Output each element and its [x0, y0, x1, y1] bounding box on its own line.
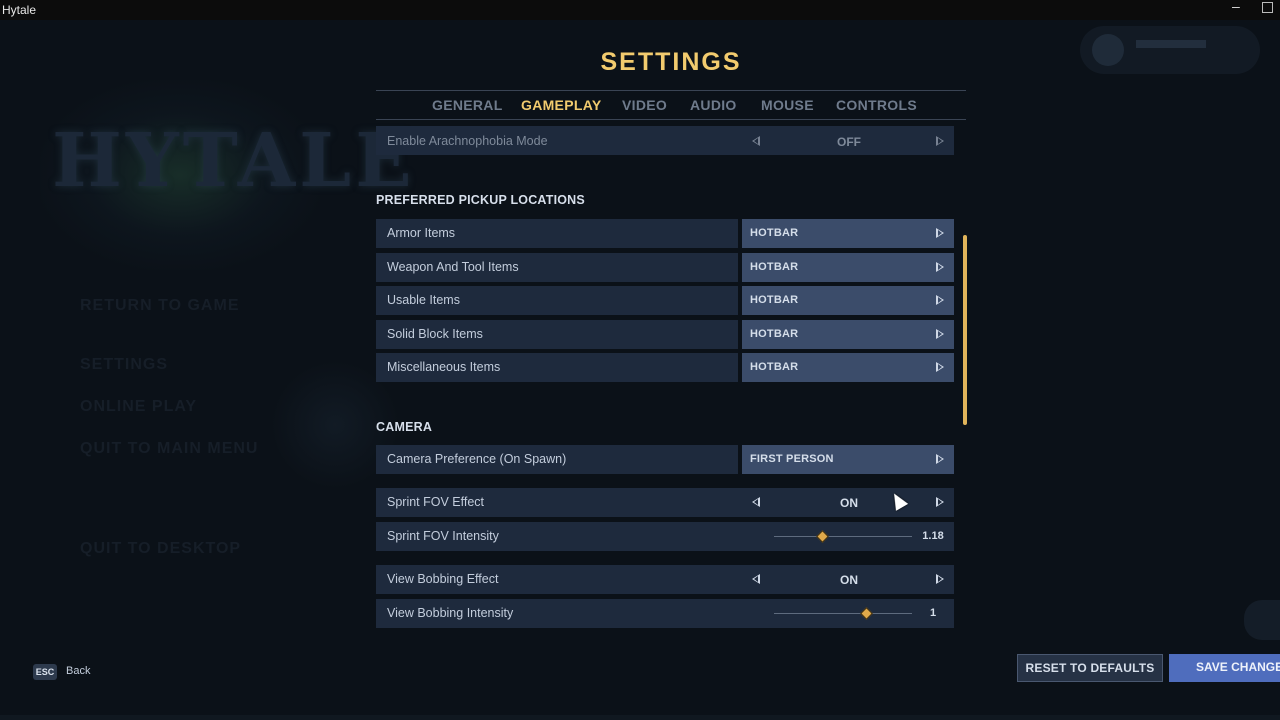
- setting-row-view-bobbing-intensity[interactable]: View Bobbing Intensity 1: [376, 599, 954, 628]
- background-menu-item: QUIT TO DESKTOP: [80, 540, 242, 557]
- setting-label-cell: Camera Preference (On Spawn): [376, 445, 738, 474]
- toggle-value: ON: [840, 573, 858, 587]
- esc-key-badge[interactable]: ESC: [33, 664, 57, 680]
- setting-value-selector[interactable]: HOTBAR: [742, 320, 954, 349]
- setting-row-solid-block-items[interactable]: Solid Block Items HOTBAR: [376, 320, 954, 349]
- setting-value: HOTBAR: [750, 328, 799, 340]
- slider-handle[interactable]: [860, 607, 874, 620]
- setting-value: HOTBAR: [750, 294, 799, 306]
- setting-label: Weapon And Tool Items: [387, 260, 519, 274]
- setting-value: OFF: [837, 135, 861, 149]
- bottom-bar: [0, 715, 1280, 720]
- slider-track[interactable]: [774, 536, 912, 537]
- background-profile: [1080, 26, 1260, 74]
- tab-gameplay[interactable]: GAMEPLAY: [521, 97, 601, 113]
- back-label[interactable]: Back: [66, 665, 90, 677]
- settings-list[interactable]: Enable Arachnophobia Mode OFF PREFERRED …: [376, 120, 954, 630]
- next-arrow-icon-inner: [938, 297, 942, 303]
- save-changes-button[interactable]: SAVE CHANGES: [1169, 654, 1280, 682]
- reset-to-defaults-button[interactable]: RESET TO DEFAULTS: [1017, 654, 1163, 682]
- setting-value: HOTBAR: [750, 227, 799, 239]
- setting-value: FIRST PERSON: [750, 453, 834, 465]
- next-arrow-icon-inner: [938, 456, 942, 462]
- setting-value-selector[interactable]: HOTBAR: [742, 219, 954, 248]
- setting-label: Camera Preference (On Spawn): [387, 452, 567, 466]
- background-menu-item: ONLINE PLAY: [80, 398, 198, 415]
- setting-value: HOTBAR: [750, 361, 799, 373]
- background-menu-item: RETURN TO GAME: [80, 297, 240, 314]
- setting-label: Miscellaneous Items: [387, 360, 501, 374]
- setting-value: HOTBAR: [750, 261, 799, 273]
- section-heading-camera: CAMERA: [376, 420, 433, 434]
- setting-label: Usable Items: [387, 293, 460, 307]
- setting-value-selector[interactable]: HOTBAR: [742, 353, 954, 382]
- setting-row-camera-preference[interactable]: Camera Preference (On Spawn) FIRST PERSO…: [376, 445, 954, 474]
- page-title: SETTINGS: [600, 48, 742, 76]
- next-arrow-icon-inner: [938, 364, 942, 370]
- background-menu-item: QUIT TO MAIN MENU: [80, 440, 259, 457]
- setting-label: Enable Arachnophobia Mode: [387, 134, 548, 148]
- scrollbar-thumb[interactable]: [963, 235, 967, 425]
- window-title: Hytale: [2, 3, 37, 17]
- section-heading-pickup: PREFERRED PICKUP LOCATIONS: [376, 193, 585, 207]
- slider-value: 1.18: [922, 530, 944, 542]
- tab-audio[interactable]: AUDIO: [690, 97, 737, 113]
- tab-video[interactable]: VIDEO: [622, 97, 667, 113]
- previous-arrow-icon[interactable]: [752, 574, 760, 584]
- minimize-icon[interactable]: –: [1232, 0, 1240, 14]
- setting-row-usable-items[interactable]: Usable Items HOTBAR: [376, 286, 954, 315]
- setting-value-selector[interactable]: HOTBAR: [742, 253, 954, 282]
- toggle-value: ON: [840, 496, 858, 510]
- next-arrow-icon[interactable]: [936, 136, 944, 146]
- setting-label-cell: Solid Block Items: [376, 320, 738, 349]
- setting-label: Sprint FOV Effect: [387, 495, 485, 509]
- next-arrow-icon[interactable]: [936, 497, 944, 507]
- previous-arrow-icon[interactable]: [752, 497, 760, 507]
- next-arrow-icon-inner: [938, 331, 942, 337]
- slider-handle[interactable]: [816, 530, 830, 543]
- background-logo: HYTALE: [52, 118, 416, 204]
- setting-row-armor-items[interactable]: Armor Items HOTBAR: [376, 219, 954, 248]
- setting-value-selector[interactable]: FIRST PERSON: [742, 445, 954, 474]
- setting-label-cell: Weapon And Tool Items: [376, 253, 738, 282]
- tab-general[interactable]: GENERAL: [432, 97, 503, 113]
- settings-tabs: GENERAL GAMEPLAY VIDEO AUDIO MOUSE CONTR…: [376, 90, 966, 120]
- avatar: [1092, 34, 1124, 66]
- setting-row-arachnophobia[interactable]: Enable Arachnophobia Mode OFF: [376, 126, 954, 155]
- background-menu-item: SETTINGS: [80, 356, 169, 373]
- setting-label: View Bobbing Intensity: [387, 606, 514, 620]
- setting-row-sprint-fov-effect[interactable]: Sprint FOV Effect ON: [376, 488, 954, 517]
- setting-row-miscellaneous-items[interactable]: Miscellaneous Items HOTBAR: [376, 353, 954, 382]
- setting-value-selector[interactable]: HOTBAR: [742, 286, 954, 315]
- tab-controls[interactable]: CONTROLS: [836, 97, 917, 113]
- previous-arrow-icon[interactable]: [752, 136, 760, 146]
- setting-label: Armor Items: [387, 226, 456, 240]
- setting-label-cell: Armor Items: [376, 219, 738, 248]
- profile-name-placeholder: [1136, 40, 1206, 48]
- window-titlebar: Hytale –: [0, 0, 1280, 20]
- maximize-icon[interactable]: [1262, 2, 1273, 13]
- background-corner-decoration: [1244, 600, 1280, 640]
- setting-label-cell: Usable Items: [376, 286, 738, 315]
- next-arrow-icon[interactable]: [936, 574, 944, 584]
- setting-label: View Bobbing Effect: [387, 572, 499, 586]
- setting-label: Sprint FOV Intensity: [387, 529, 499, 543]
- next-arrow-icon-inner: [938, 230, 942, 236]
- setting-row-weapon-tool-items[interactable]: Weapon And Tool Items HOTBAR: [376, 253, 954, 282]
- slider-value: 1: [929, 607, 937, 619]
- next-arrow-icon-inner: [938, 264, 942, 270]
- tab-mouse[interactable]: MOUSE: [761, 97, 814, 113]
- setting-label-cell: Miscellaneous Items: [376, 353, 738, 382]
- setting-row-sprint-fov-intensity[interactable]: Sprint FOV Intensity 1.18: [376, 522, 954, 551]
- setting-label: Solid Block Items: [387, 327, 483, 341]
- setting-row-view-bobbing-effect[interactable]: View Bobbing Effect ON: [376, 565, 954, 594]
- slider-track[interactable]: [774, 613, 912, 614]
